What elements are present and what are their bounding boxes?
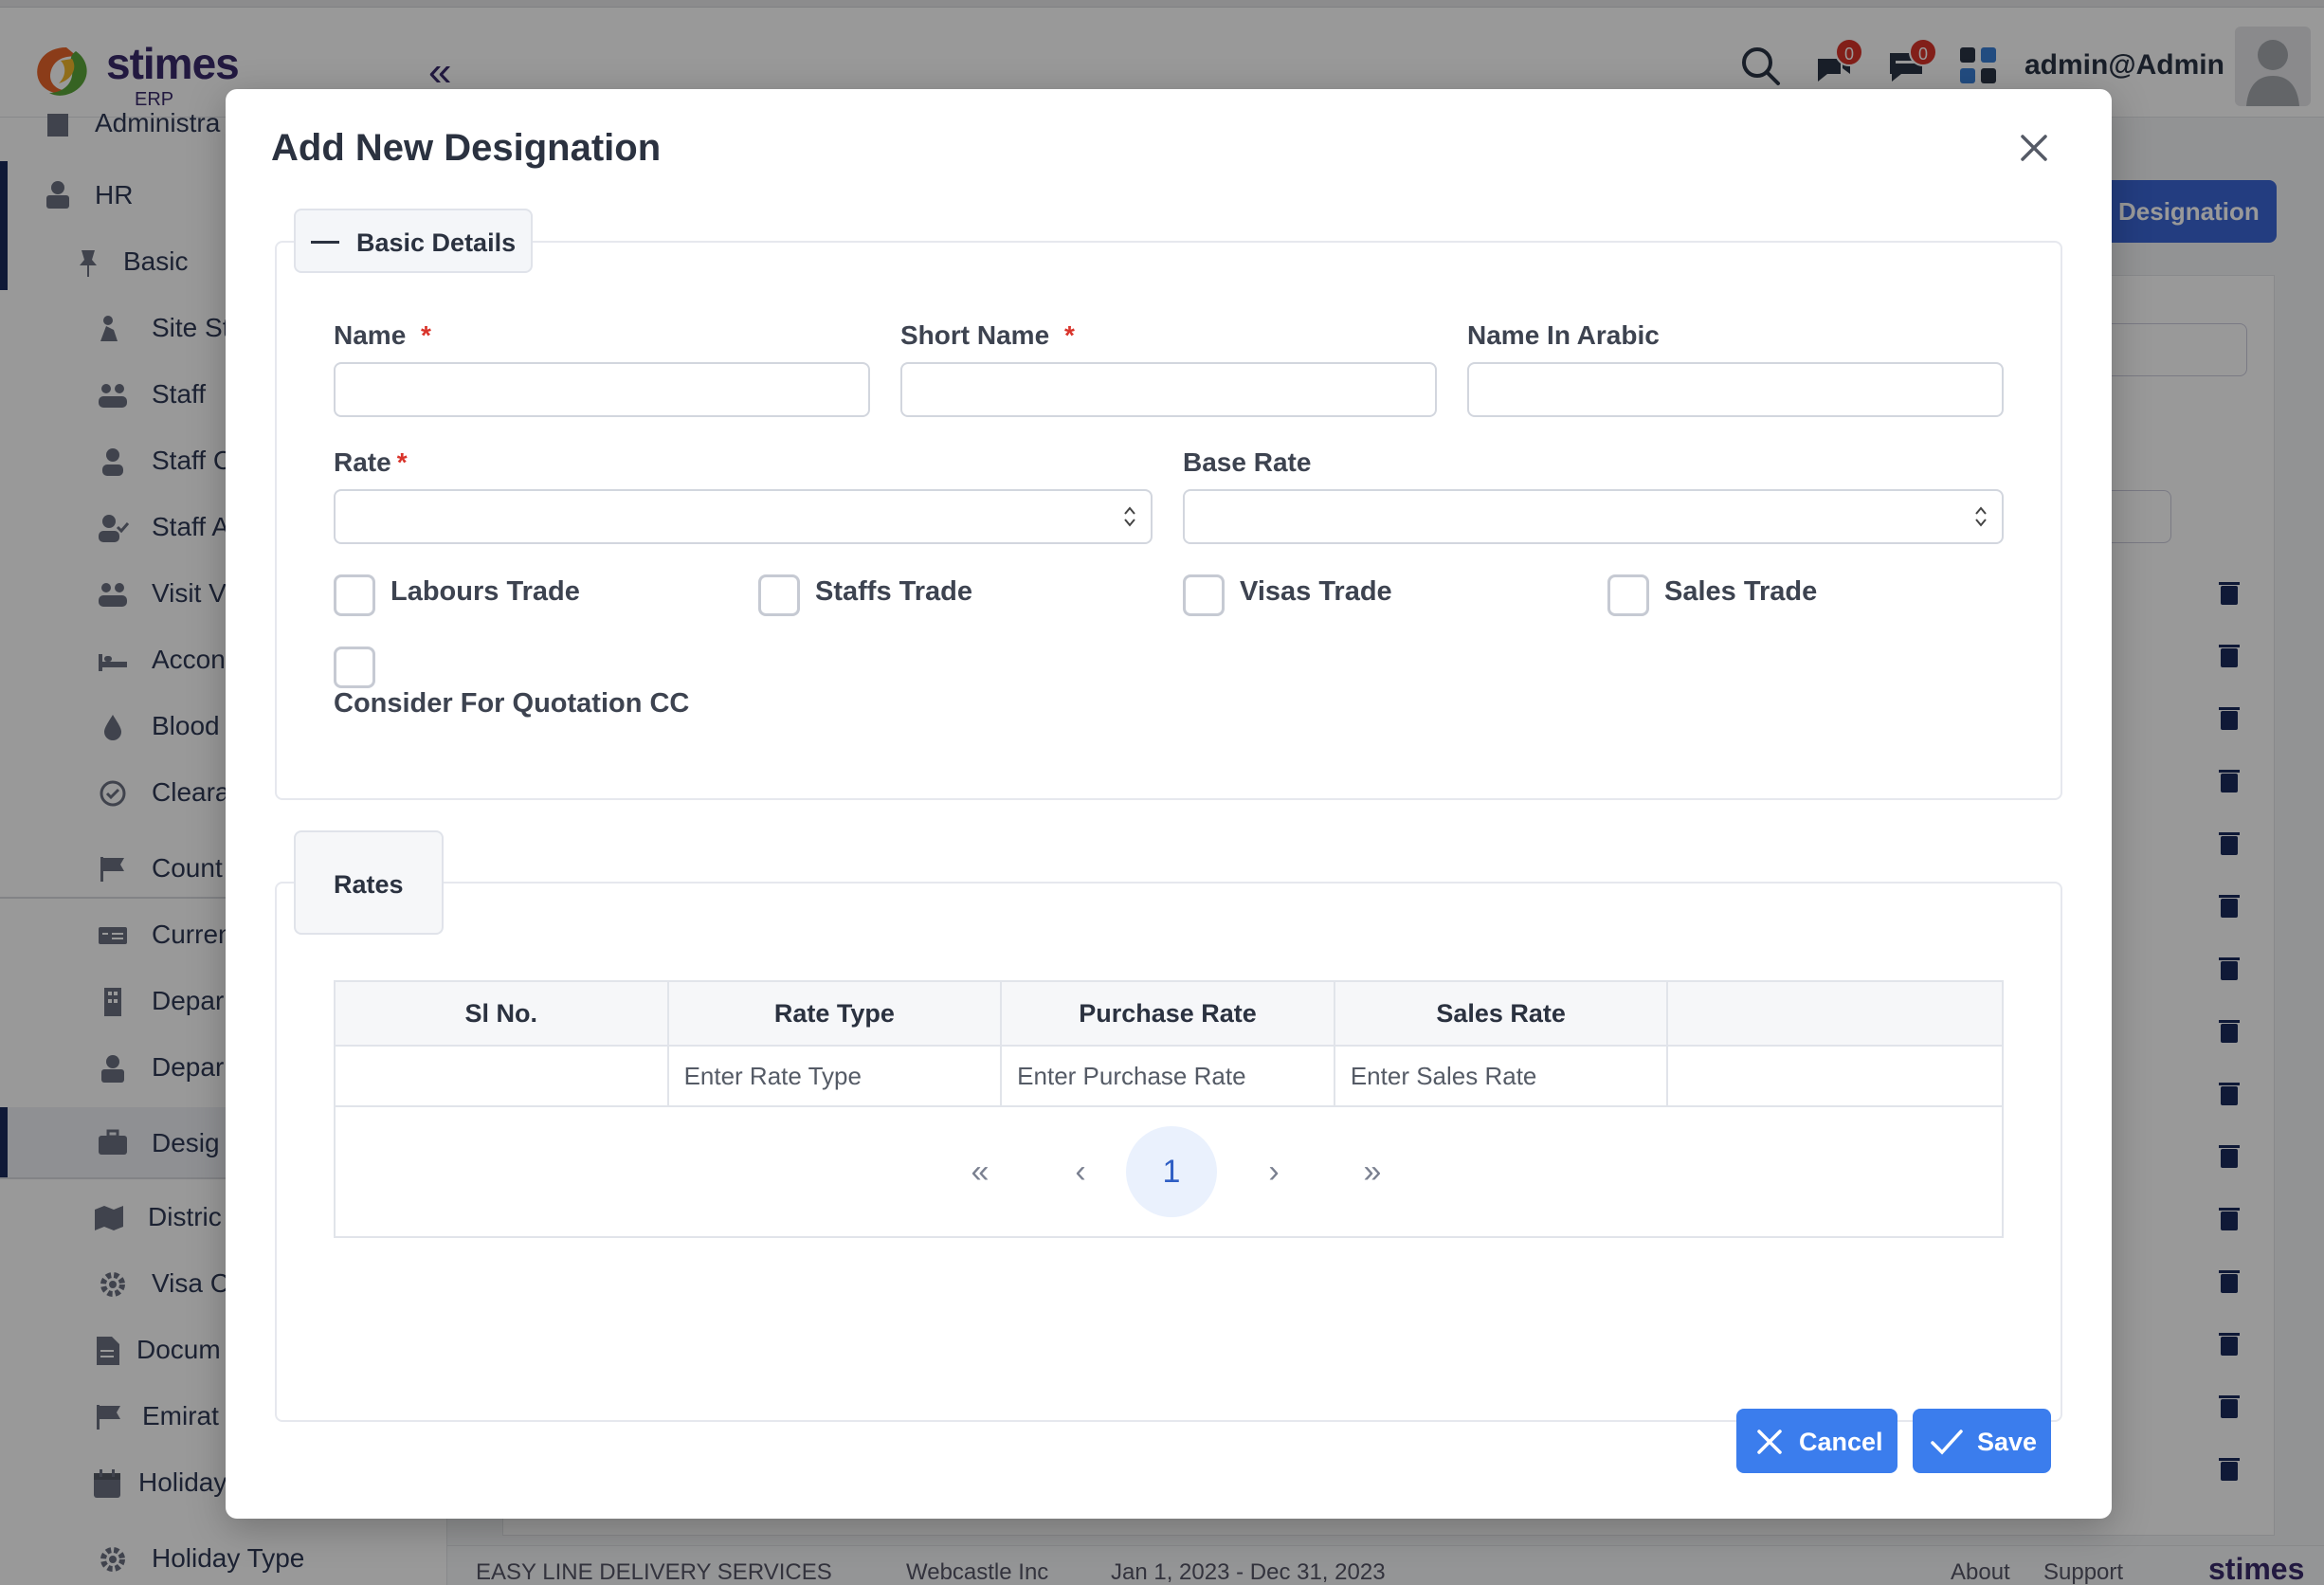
column-header: Sales Rate [1333,980,1669,1047]
close-icon[interactable] [2015,129,2053,167]
short-name-input[interactable] [900,362,1437,417]
visas-trade-checkbox[interactable] [1183,574,1225,616]
base-rate-input[interactable] [1183,489,2004,544]
rate-input[interactable] [334,489,1153,544]
save-label: Save [1977,1428,2038,1456]
rates-table: Sl No. Rate Type Purchase Rate Sales Rat… [334,980,2004,1107]
quotation-cc-checkbox[interactable] [334,647,375,688]
close-icon [1757,1430,1782,1454]
sales-trade-checkbox[interactable] [1607,574,1649,616]
name-input[interactable] [334,362,870,417]
rate-type-cell[interactable]: Enter Rate Type [666,1045,1003,1107]
column-header: Sl No. [334,980,669,1047]
pagination: « ‹ 1 › » [334,1107,2004,1238]
sales-rate-cell[interactable]: Enter Sales Rate [1333,1045,1669,1107]
column-header: Rate Type [666,980,1003,1047]
rates-legend: Rates [334,870,404,899]
rate-label: Rate * [334,447,408,477]
visas-trade-label: Visas Trade [1240,576,1392,607]
column-header [1666,980,2004,1047]
check-icon [1931,1430,1963,1455]
save-button[interactable]: Save [1913,1409,2051,1473]
name-arabic-label: Name In Arabic [1467,320,1660,350]
add-designation-modal: Add New Designation Basic Details Name *… [226,89,2112,1519]
number-spinner-icon[interactable] [1973,504,1988,529]
name-label: Name * [334,320,431,350]
staffs-trade-checkbox[interactable] [758,574,800,616]
short-name-label: Short Name * [900,320,1075,350]
basic-details-legend: Basic Details [356,228,517,257]
cancel-button[interactable]: Cancel [1736,1409,1897,1473]
sl-no-cell [334,1045,669,1107]
collapse-minus-icon [311,241,339,244]
prev-page-button[interactable]: ‹ [1052,1126,1109,1217]
sales-trade-label: Sales Trade [1664,576,1818,607]
column-header: Purchase Rate [1000,980,1335,1047]
last-page-button[interactable]: » [1344,1126,1401,1217]
number-spinner-icon[interactable] [1122,504,1137,529]
first-page-button[interactable]: « [952,1126,1008,1217]
labours-trade-label: Labours Trade [390,576,580,607]
rates-legend-box: Rates [294,830,444,935]
quotation-cc-label: Consider For Quotation CC [334,688,690,719]
cancel-label: Cancel [1799,1428,1883,1456]
actions-cell [1666,1045,2004,1107]
current-page-button[interactable]: 1 [1126,1126,1217,1217]
modal-title: Add New Designation [271,127,662,169]
staffs-trade-label: Staffs Trade [815,576,972,607]
basic-details-toggle[interactable]: Basic Details [294,209,533,273]
next-page-button[interactable]: › [1245,1126,1302,1217]
name-arabic-input[interactable] [1467,362,2004,417]
purchase-rate-cell[interactable]: Enter Purchase Rate [1000,1045,1335,1107]
labours-trade-checkbox[interactable] [334,574,375,616]
table-header-row: Sl No. Rate Type Purchase Rate Sales Rat… [334,980,2004,1047]
table-row: Enter Rate Type Enter Purchase Rate Ente… [334,1045,2004,1107]
base-rate-label: Base Rate [1183,447,1312,477]
